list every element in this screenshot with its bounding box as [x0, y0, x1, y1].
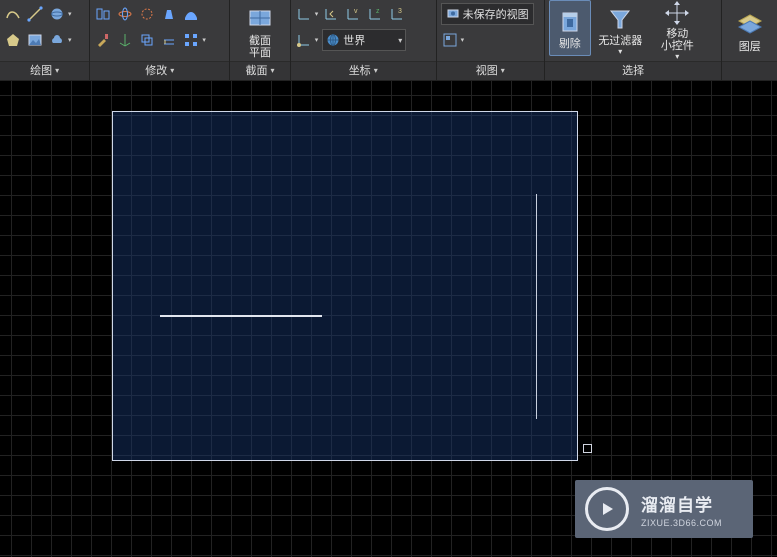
panel-title-label: 截面 [245, 62, 267, 80]
chevron-down-icon: ▾ [675, 52, 679, 61]
section-plane-icon [246, 5, 274, 33]
move-widgets-label: 移动 小控件 [661, 28, 694, 52]
brush-icon[interactable] [94, 31, 112, 49]
panel-select: 剔除 无过滤器 ▾ 移动 小控件 ▾ 选择 [545, 0, 723, 80]
extrude-icon[interactable] [160, 5, 178, 23]
globe-icon [326, 33, 340, 47]
array-icon[interactable] [182, 31, 200, 49]
ucs-origin-icon[interactable] [295, 31, 313, 49]
chevron-down-icon[interactable]: ▾ [461, 36, 465, 44]
panel-title-layer [722, 61, 777, 80]
selection-window-rect [112, 111, 578, 461]
chevron-down-icon[interactable]: ▾ [315, 36, 319, 44]
panel-title-view[interactable]: 视图 ▾ [437, 61, 544, 80]
spline-icon[interactable] [4, 5, 22, 23]
move-widgets-button[interactable]: 移动 小控件 ▾ [650, 0, 705, 58]
align-icon[interactable] [94, 5, 112, 23]
saved-view-label: 未保存的视图 [463, 6, 529, 22]
brand-sub-text: ZIXUE.3D66.COM [641, 518, 722, 528]
chevron-down-icon: ▾ [55, 62, 59, 80]
coord-world-label: 世界 [343, 32, 365, 48]
ribbon: ▾ ▾ 绘图 ▾ [0, 0, 777, 81]
coord-world-dropdown[interactable]: 世界 ▾ [322, 29, 406, 51]
chevron-down-icon: ▾ [270, 62, 274, 80]
chevron-down-icon[interactable]: ▾ [68, 36, 72, 44]
drawn-line-vertical[interactable] [536, 194, 537, 419]
chevron-down-icon[interactable]: ▾ [202, 36, 206, 44]
panel-title-modify[interactable]: 修改 ▾ [90, 61, 229, 80]
ucs-icon[interactable] [295, 5, 313, 23]
section-plane-label: 截面 平面 [249, 35, 271, 59]
panel-title-label: 修改 [145, 62, 167, 80]
circle-select-icon[interactable] [138, 5, 156, 23]
crosshair-cursor [583, 444, 592, 453]
camera-icon [446, 6, 460, 23]
panel-modify: ▾ 修改 ▾ [90, 0, 230, 80]
ucs-prev-icon[interactable] [322, 5, 340, 23]
panel-layer: 图层 [722, 0, 777, 80]
nofilter-button[interactable]: 无过滤器 ▾ [593, 0, 648, 58]
play-circle-icon [585, 487, 629, 531]
drawing-canvas[interactable]: 溜溜自学 ZIXUE.3D66.COM [0, 81, 777, 557]
brand-main-text: 溜溜自学 [641, 491, 722, 516]
chevron-down-icon: ▾ [618, 47, 622, 56]
cloud-icon[interactable] [48, 31, 66, 49]
offset-icon[interactable] [160, 31, 178, 49]
line-icon[interactable] [26, 5, 44, 23]
exclude-button[interactable]: 剔除 [549, 0, 591, 56]
view-manager-icon[interactable] [441, 31, 459, 49]
ucs-3-icon[interactable]: 3 [388, 5, 406, 23]
pentagon-icon[interactable] [4, 31, 22, 49]
chevron-down-icon[interactable]: ▾ [315, 10, 319, 18]
nofilter-icon [606, 5, 634, 33]
exclude-label: 剔除 [559, 38, 581, 50]
layer-label: 图层 [739, 41, 761, 53]
section-plane-button[interactable]: 截面 平面 [236, 2, 284, 60]
drawn-line-horizontal[interactable] [160, 315, 322, 317]
rotate-3d-icon[interactable] [116, 5, 134, 23]
panel-title-coord[interactable]: 坐标 ▾ [291, 61, 436, 80]
move-widgets-icon [663, 0, 691, 26]
svg-text:3: 3 [398, 8, 402, 15]
chevron-down-icon: ▾ [170, 62, 174, 80]
saved-view-dropdown[interactable]: 未保存的视图 [441, 3, 534, 25]
chevron-down-icon: ▾ [374, 62, 378, 80]
ucs-view-icon[interactable]: v [344, 5, 362, 23]
svg-text:z: z [376, 8, 380, 15]
ucs-z-icon[interactable]: z [366, 5, 384, 23]
panel-coord: ▾ v z 3 ▾ 世界 ▾ 坐标 ▾ [291, 0, 437, 80]
panel-title-label: 视图 [476, 62, 498, 80]
panel-title-label: 选择 [622, 62, 644, 80]
panel-title-draw[interactable]: 绘图 ▾ [0, 61, 89, 80]
chevron-down-icon[interactable]: ▾ [68, 10, 72, 18]
panel-title-label: 绘图 [30, 62, 52, 80]
chevron-down-icon: ▾ [501, 62, 505, 80]
panel-draw: ▾ ▾ 绘图 ▾ [0, 0, 90, 80]
panel-title-section[interactable]: 截面 ▾ [230, 61, 290, 80]
svg-text:v: v [354, 8, 358, 15]
watermark-brand: 溜溜自学 ZIXUE.3D66.COM [575, 480, 753, 538]
picture-icon[interactable] [26, 31, 44, 49]
copy-icon[interactable] [138, 31, 156, 49]
panel-title-label: 坐标 [349, 62, 371, 80]
panel-section: 截面 平面 截面 ▾ [230, 0, 291, 80]
panel-title-select[interactable]: 选择 [545, 61, 722, 80]
chevron-down-icon: ▾ [398, 36, 402, 45]
surface-icon[interactable] [182, 5, 200, 23]
layer-button[interactable]: 图层 [727, 2, 773, 60]
axis-icon[interactable] [116, 31, 134, 49]
panel-view: 未保存的视图 ▾ 视图 ▾ [437, 0, 545, 80]
sphere-icon[interactable] [48, 5, 66, 23]
exclude-icon [556, 8, 584, 36]
nofilter-label: 无过滤器 [598, 35, 642, 47]
layers-icon [736, 11, 764, 39]
